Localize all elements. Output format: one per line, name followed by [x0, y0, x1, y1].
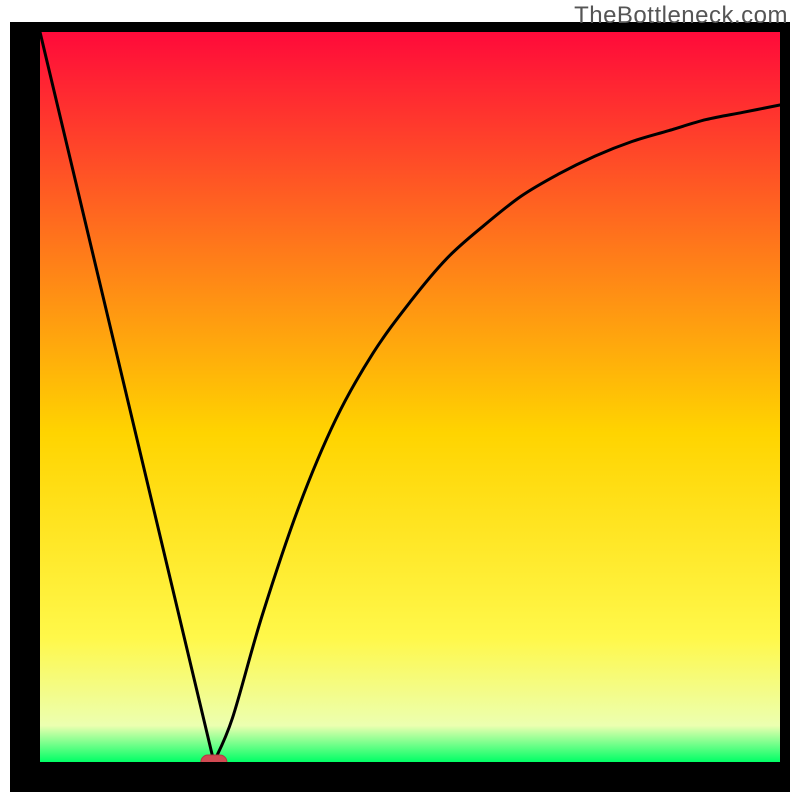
plot-area — [40, 32, 780, 762]
chart-container: TheBottleneck.com — [0, 0, 800, 800]
watermark-text: TheBottleneck.com — [574, 2, 788, 30]
optimal-marker — [201, 755, 227, 762]
chart-svg — [40, 32, 780, 762]
plot-frame — [10, 22, 790, 792]
gradient-background — [40, 32, 780, 762]
